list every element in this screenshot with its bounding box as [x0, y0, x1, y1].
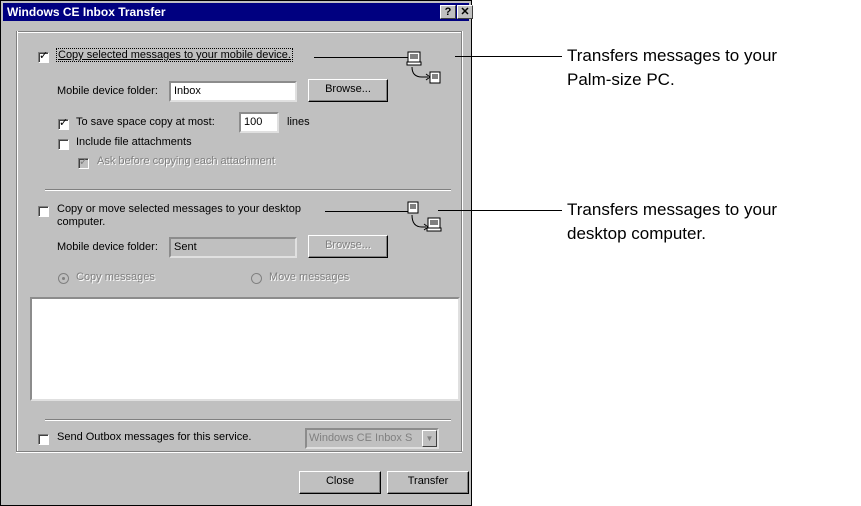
service-dropdown-value: Windows CE Inbox S: [309, 432, 413, 444]
desktop-browse-button[interactable]: Browse...: [308, 235, 388, 258]
section-divider: [45, 189, 451, 191]
desktop-callout-line2: desktop computer.: [567, 224, 706, 243]
mobile-folder-field[interactable]: Inbox: [169, 81, 297, 102]
pc-to-device-transfer-icon: [407, 201, 442, 232]
mobile-callout-line: [455, 56, 562, 57]
send-outbox-label[interactable]: Send Outbox messages for this service.: [57, 431, 251, 443]
close-window-button[interactable]: ✕: [457, 5, 473, 19]
copy-to-desktop-label[interactable]: Copy or move selected messages to your d…: [57, 203, 301, 215]
copy-to-desktop-checkbox[interactable]: [38, 206, 49, 217]
mobile-folder-label: Mobile device folder:: [57, 85, 158, 97]
mobile-callout-text: Transfers messages to your Palm-size PC.: [567, 44, 777, 92]
group-left-border: [16, 31, 18, 451]
device-to-pc-transfer-icon: [406, 51, 441, 84]
copy-messages-label: Copy messages: [76, 271, 155, 283]
copy-to-mobile-label[interactable]: Copy selected messages to your mobile de…: [56, 48, 293, 62]
include-attachments-label: Include file attachments: [76, 136, 192, 148]
mobile-callout-line2: Palm-size PC.: [567, 70, 675, 89]
desktop-leader-line: [325, 211, 411, 212]
outbox-divider: [45, 419, 451, 421]
include-attachments-checkbox[interactable]: [58, 139, 69, 150]
group-top-border: [16, 31, 462, 33]
group-bottom-border: [16, 451, 462, 453]
desktop-folder-label: Mobile device folder:: [57, 241, 158, 253]
save-space-label: To save space copy at most:: [76, 116, 215, 128]
help-button[interactable]: ?: [440, 5, 456, 19]
ask-before-copying-checkbox[interactable]: ✓: [78, 156, 89, 169]
lines-field[interactable]: 100: [239, 112, 279, 133]
mobile-leader-line: [314, 57, 411, 58]
transfer-dialog: Windows CE Inbox Transfer ? ✕ ✓ Copy sel…: [0, 0, 473, 506]
desktop-folder-field[interactable]: Sent: [169, 237, 297, 258]
move-messages-label: Move messages: [269, 271, 350, 283]
ask-before-copying-label: Ask before copying each attachment: [97, 155, 275, 167]
copy-to-desktop-label-cont: computer.: [57, 216, 106, 228]
desktop-callout-line: [438, 210, 562, 211]
group-right-border: [461, 31, 463, 451]
save-space-checkbox[interactable]: ✓: [58, 117, 69, 130]
copy-messages-radio[interactable]: [58, 273, 69, 284]
send-outbox-checkbox[interactable]: [38, 434, 49, 445]
transfer-button[interactable]: Transfer: [387, 471, 469, 494]
chevron-down-icon[interactable]: ▼: [422, 430, 437, 447]
desktop-callout-text: Transfers messages to your desktop compu…: [567, 198, 777, 246]
lines-label: lines: [287, 116, 310, 128]
desktop-callout-line1: Transfers messages to your: [567, 200, 778, 219]
move-messages-radio[interactable]: [251, 273, 262, 284]
mobile-callout-line1: Transfers messages to your: [567, 46, 778, 65]
title-bar: Windows CE Inbox Transfer ? ✕: [3, 3, 473, 21]
message-list-box[interactable]: [30, 297, 460, 401]
copy-to-mobile-checkbox[interactable]: ✓: [38, 50, 49, 63]
window-title: Windows CE Inbox Transfer: [7, 5, 166, 19]
close-button[interactable]: Close: [299, 471, 381, 494]
service-dropdown[interactable]: Windows CE Inbox S ▼: [305, 428, 439, 449]
mobile-browse-button[interactable]: Browse...: [308, 79, 388, 102]
